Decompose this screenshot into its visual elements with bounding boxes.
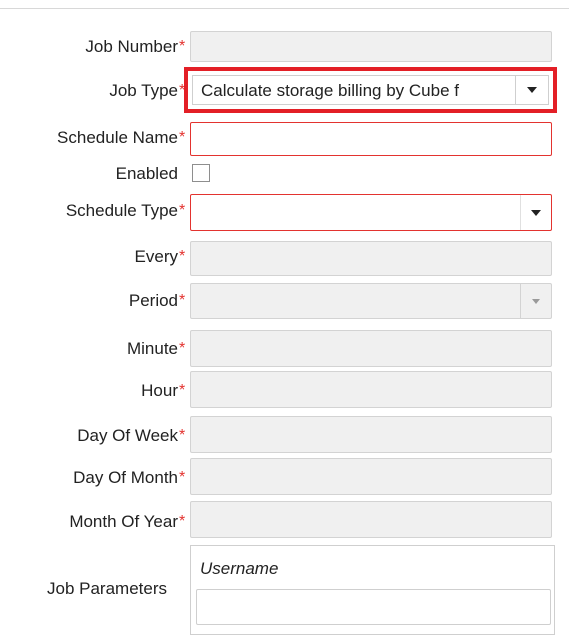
chevron-down-icon — [531, 209, 541, 216]
day-of-month-field[interactable] — [190, 458, 552, 495]
minute-field[interactable] — [190, 330, 552, 367]
job-number-field[interactable] — [190, 31, 552, 62]
required-marker: * — [179, 382, 186, 399]
job-number-label: Job Number — [85, 37, 178, 56]
month-of-year-field[interactable] — [190, 501, 552, 538]
username-input[interactable] — [196, 589, 551, 625]
job-parameters-panel: Username — [190, 545, 555, 635]
required-marker: * — [179, 292, 186, 309]
job-type-label: Job Type — [109, 81, 178, 100]
period-select[interactable] — [190, 283, 552, 319]
hour-field[interactable] — [190, 371, 552, 408]
hour-label: Hour — [141, 381, 178, 400]
schedule-type-select[interactable] — [190, 194, 552, 231]
day-of-month-label: Day Of Month — [73, 468, 178, 487]
required-marker: * — [179, 202, 186, 219]
day-of-week-label: Day Of Week — [77, 426, 178, 445]
minute-label: Minute — [126, 339, 178, 358]
every-field[interactable] — [190, 241, 552, 276]
schedule-type-label: Schedule Type — [65, 201, 178, 220]
required-marker: * — [179, 427, 186, 444]
job-type-value: Calculate storage billing by Cube f — [201, 81, 459, 100]
required-marker: * — [179, 469, 186, 486]
job-type-dropdown-button[interactable] — [515, 76, 548, 104]
required-marker: * — [179, 38, 186, 55]
period-dropdown-button[interactable] — [520, 284, 551, 318]
required-marker: * — [179, 129, 186, 146]
enabled-checkbox[interactable] — [192, 164, 210, 182]
chevron-down-icon — [532, 298, 540, 304]
day-of-week-field[interactable] — [190, 416, 552, 453]
top-divider — [0, 8, 569, 9]
every-label: Every — [134, 247, 178, 266]
job-type-highlight: Calculate storage billing by Cube f — [184, 67, 557, 113]
required-marker: * — [179, 248, 186, 265]
month-of-year-label: Month Of Year — [69, 512, 178, 531]
required-marker: * — [179, 513, 186, 530]
chevron-down-icon — [527, 87, 537, 93]
required-marker: * — [179, 340, 186, 357]
schedule-name-label: Schedule Name — [57, 128, 178, 147]
job-parameters-label: Job Parameters — [47, 579, 167, 598]
username-label: Username — [200, 559, 279, 578]
enabled-label: Enabled — [115, 164, 178, 183]
schedule-name-input[interactable] — [190, 122, 552, 156]
job-type-select[interactable]: Calculate storage billing by Cube f — [192, 75, 549, 105]
schedule-type-dropdown-button[interactable] — [520, 195, 551, 230]
period-label: Period — [128, 291, 178, 310]
